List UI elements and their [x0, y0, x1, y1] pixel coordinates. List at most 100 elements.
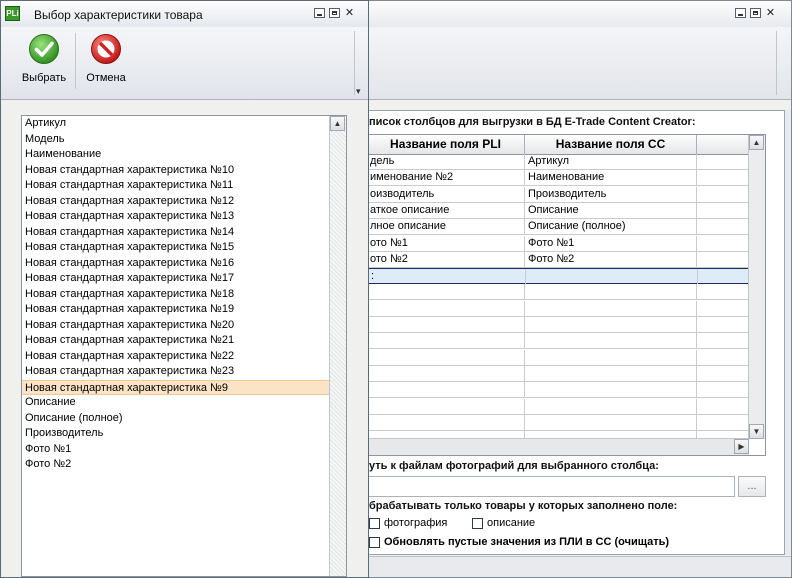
cell-cc[interactable]: Описание: [525, 202, 697, 218]
list-item[interactable]: Новая стандартная характеристика №11: [22, 178, 346, 194]
cell-cc[interactable]: Производитель: [525, 186, 697, 202]
cell-extra[interactable]: [697, 398, 749, 414]
table-row[interactable]: [341, 382, 749, 399]
toolbar-scroll[interactable]: [776, 31, 787, 95]
cell-cc[interactable]: [525, 382, 697, 398]
table-row[interactable]: именование №2 Наименование: [341, 170, 749, 187]
table-row[interactable]: [341, 365, 749, 382]
cell-extra[interactable]: [697, 284, 749, 300]
cancel-button[interactable]: Отмена: [77, 31, 135, 84]
scroll-down-icon[interactable]: ▼: [749, 424, 764, 439]
maximize-button[interactable]: [329, 8, 340, 18]
table-row[interactable]: оизводитель Производитель: [341, 186, 749, 203]
list-item[interactable]: Новая стандартная характеристика №19: [22, 302, 346, 318]
cell-extra[interactable]: [697, 317, 749, 332]
checkbox-box[interactable]: [369, 536, 380, 548]
columns-grid[interactable]: Название поля PLI Название поля СС дель А…: [340, 134, 766, 456]
cell-pli[interactable]: дель: [367, 154, 525, 169]
cell-extra[interactable]: [697, 235, 749, 251]
grid-header-pli[interactable]: Название поля PLI: [367, 135, 525, 154]
cell-cc[interactable]: Наименование: [525, 170, 697, 186]
list-item[interactable]: Модель: [22, 132, 346, 148]
table-row[interactable]: [341, 414, 749, 431]
list-item[interactable]: Фото №2: [22, 457, 346, 473]
cell-pli[interactable]: [367, 300, 525, 316]
minimize-button[interactable]: [314, 8, 325, 18]
cell-pli[interactable]: ото №2: [367, 251, 525, 267]
cell-pli[interactable]: [367, 317, 525, 332]
cell-pli[interactable]: [367, 398, 525, 414]
description-checkbox[interactable]: описание: [472, 517, 535, 529]
list-item[interactable]: Описание: [22, 395, 346, 411]
cell-extra[interactable]: [698, 269, 750, 285]
cell-extra[interactable]: [697, 382, 749, 398]
table-row[interactable]: [341, 284, 749, 301]
scroll-up-icon[interactable]: ▲: [330, 116, 345, 131]
minimize-button[interactable]: [735, 8, 746, 18]
cell-pli[interactable]: [367, 284, 525, 300]
update-empty-checkbox[interactable]: Обновлять пустые значения из ПЛИ в СС (о…: [369, 536, 669, 548]
cell-pli[interactable]: аткое описание: [367, 202, 525, 218]
cell-cc[interactable]: [525, 333, 697, 349]
cell-extra[interactable]: [697, 414, 749, 430]
checkbox-box[interactable]: [472, 517, 483, 529]
table-row[interactable]: [341, 349, 749, 366]
grid-horizontal-scrollbar[interactable]: ▶: [341, 438, 749, 455]
cell-cc[interactable]: Фото №2: [525, 251, 697, 267]
cell-extra[interactable]: [697, 170, 749, 186]
list-item[interactable]: Новая стандартная характеристика №10: [22, 163, 346, 179]
cell-cc[interactable]: [525, 300, 697, 316]
cell-extra[interactable]: [697, 219, 749, 235]
table-row[interactable]: :: [341, 268, 751, 285]
list-vertical-scrollbar[interactable]: ▲: [329, 116, 346, 576]
table-row[interactable]: ото №1 Фото №1: [341, 235, 749, 252]
list-item[interactable]: Новая стандартная характеристика №14: [22, 225, 346, 241]
cell-cc[interactable]: Фото №1: [525, 235, 697, 251]
cell-extra[interactable]: [697, 333, 749, 349]
cell-extra[interactable]: [697, 202, 749, 218]
cell-cc[interactable]: [525, 284, 697, 300]
list-item[interactable]: Производитель: [22, 426, 346, 442]
maximize-button[interactable]: [750, 8, 761, 18]
cell-cc[interactable]: [525, 414, 697, 430]
cell-pli[interactable]: :: [368, 269, 526, 285]
list-item[interactable]: Наименование: [22, 147, 346, 163]
cell-cc[interactable]: [525, 398, 697, 414]
table-row[interactable]: [341, 398, 749, 415]
table-row[interactable]: [341, 317, 749, 333]
list-item[interactable]: Новая стандартная характеристика №20: [22, 318, 346, 334]
table-row[interactable]: дель Артикул: [341, 154, 749, 170]
scroll-right-icon[interactable]: ▶: [734, 439, 749, 454]
checkbox-box[interactable]: [369, 517, 380, 529]
cell-cc[interactable]: [525, 349, 697, 365]
table-row[interactable]: аткое описание Описание: [341, 202, 749, 219]
cell-extra[interactable]: [697, 154, 749, 169]
cell-extra[interactable]: [697, 300, 749, 316]
select-button[interactable]: Выбрать: [15, 31, 73, 84]
table-row[interactable]: ото №2 Фото №2: [341, 251, 749, 268]
cell-pli[interactable]: [367, 333, 525, 349]
cell-cc[interactable]: [525, 317, 697, 332]
cell-pli[interactable]: именование №2: [367, 170, 525, 186]
list-item[interactable]: Новая стандартная характеристика №18: [22, 287, 346, 303]
list-item[interactable]: Описание (полное): [22, 411, 346, 427]
scroll-up-icon[interactable]: ▲: [749, 135, 764, 150]
cell-cc[interactable]: Артикул: [525, 154, 697, 169]
table-row[interactable]: [341, 300, 749, 317]
list-item[interactable]: Новая стандартная характеристика №13: [22, 209, 346, 225]
grid-vertical-scrollbar[interactable]: ▲ ▼: [748, 135, 765, 439]
table-row[interactable]: [341, 333, 749, 350]
list-item[interactable]: Новая стандартная характеристика №16: [22, 256, 346, 272]
cell-pli[interactable]: [367, 414, 525, 430]
table-row[interactable]: лное описание Описание (полное): [341, 219, 749, 236]
list-item[interactable]: Новая стандартная характеристика №17: [22, 271, 346, 287]
cell-pli[interactable]: оизводитель: [367, 186, 525, 202]
list-item[interactable]: Фото №1: [22, 442, 346, 458]
list-item[interactable]: Новая стандартная характеристика №12: [22, 194, 346, 210]
list-item[interactable]: Новая стандартная характеристика №21: [22, 333, 346, 349]
list-item[interactable]: Артикул: [22, 116, 346, 132]
cell-cc[interactable]: [526, 269, 698, 285]
list-item[interactable]: Новая стандартная характеристика №22: [22, 349, 346, 365]
cell-extra[interactable]: [697, 349, 749, 365]
close-button[interactable]: ✕: [344, 8, 355, 19]
